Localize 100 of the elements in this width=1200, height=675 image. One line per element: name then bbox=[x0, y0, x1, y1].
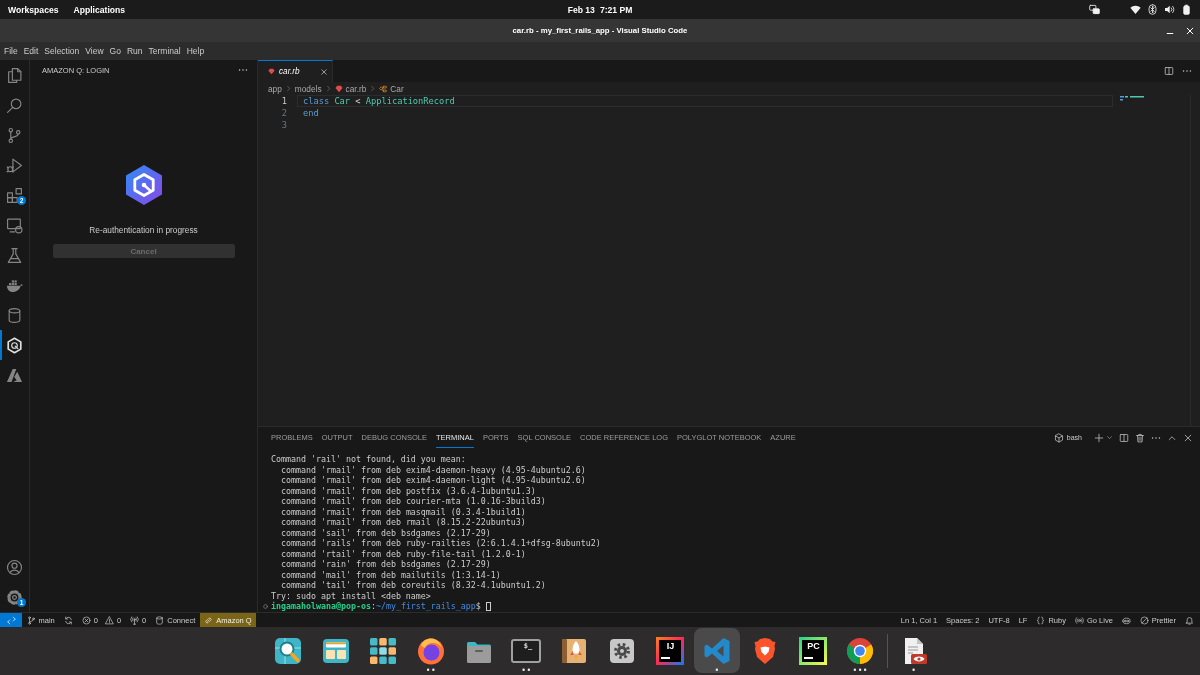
terminal-line: command 'tail' from deb coreutils (8.32-4.1ubuntu1.2) bbox=[281, 580, 546, 591]
window-tiles-icon bbox=[320, 636, 351, 666]
top-bar-button[interactable]: Applications bbox=[73, 4, 126, 15]
linked-boxes-icon bbox=[379, 84, 388, 93]
line-number: 1 bbox=[280, 95, 287, 107]
monitor-icon bbox=[6, 216, 23, 234]
menu-item[interactable]: Go bbox=[106, 44, 124, 58]
cube-icon bbox=[1053, 432, 1064, 443]
terminal-line: Command 'rail' not found, did you mean: bbox=[271, 454, 466, 465]
dock-launcher[interactable]: IJ bbox=[646, 628, 693, 673]
link-icon bbox=[204, 615, 214, 625]
menu-item[interactable]: View bbox=[82, 44, 107, 58]
chevron-right-icon bbox=[284, 85, 292, 92]
battery-icon[interactable] bbox=[1181, 4, 1192, 15]
branch-icon bbox=[6, 126, 23, 144]
menu-item[interactable]: Terminal bbox=[145, 44, 184, 58]
sync-icon bbox=[63, 615, 73, 625]
top-bar-button[interactable]: Workspaces bbox=[8, 4, 59, 15]
terminal-line: command 'mail' from deb mailutils (1:3.14-1) bbox=[281, 569, 501, 580]
dock-launcher[interactable]: ••• bbox=[837, 628, 884, 673]
files-icon bbox=[6, 66, 23, 84]
menu-item[interactable]: File bbox=[1, 44, 21, 58]
cylinder-icon bbox=[6, 306, 23, 324]
time-label[interactable]: 7:21 PM bbox=[599, 4, 633, 15]
menu-item[interactable]: Run bbox=[123, 44, 146, 58]
color-wheel-icon bbox=[845, 636, 876, 666]
terminal-line: command 'rtail' from deb ruby-file-tail (1.2.0-1) bbox=[281, 548, 526, 559]
close-icon[interactable] bbox=[1183, 432, 1193, 443]
terminal-line: command 'rmail' from deb exim4-daemon-light (4.95-4ubuntu2.6) bbox=[281, 475, 586, 486]
running-indicator: • bbox=[714, 668, 720, 673]
dock-launcher[interactable]: PC bbox=[789, 628, 836, 673]
dock-launcher[interactable]: • bbox=[890, 628, 937, 673]
menu-item[interactable]: Selection bbox=[41, 44, 83, 58]
terminal-prompt: ingamaholwana@pop-os:~/my_first_rails_app$ bbox=[271, 601, 481, 612]
running-indicator: •• bbox=[521, 668, 532, 673]
wifi-icon[interactable] bbox=[1130, 4, 1141, 15]
close-icon[interactable] bbox=[1185, 25, 1195, 36]
breadcrumb-item[interactable]: Car bbox=[379, 83, 404, 94]
cylinder-icon bbox=[155, 615, 165, 625]
antenna-icon bbox=[130, 615, 140, 625]
terminal-line: command 'rmail' from deb courier-mta (1.0.16-3build3) bbox=[281, 496, 546, 507]
flask-icon bbox=[6, 246, 23, 264]
branch-icon bbox=[26, 615, 36, 625]
blocks-icon bbox=[6, 186, 23, 204]
dock-launcher[interactable]: • bbox=[694, 628, 741, 673]
chevron-down-icon[interactable] bbox=[1106, 434, 1113, 441]
plus-icon[interactable] bbox=[1094, 432, 1104, 443]
broadcast-icon bbox=[1074, 615, 1084, 625]
warning-icon bbox=[104, 615, 114, 625]
hexagon-icon bbox=[6, 336, 23, 354]
volume-icon[interactable] bbox=[1164, 4, 1175, 15]
split-icon[interactable] bbox=[1119, 432, 1129, 443]
editor-tab[interactable]: car.rb bbox=[258, 60, 333, 82]
running-indicator: ••• bbox=[852, 668, 869, 673]
chevron-right-icon bbox=[324, 85, 332, 92]
date-label[interactable]: Feb 13 bbox=[567, 4, 595, 15]
line-number: 3 bbox=[280, 119, 287, 131]
terminal-line: command 'rmail' from deb masqmail (0.3.4-1build1) bbox=[281, 506, 526, 517]
play-bug-icon bbox=[6, 156, 23, 174]
fox-globe-icon bbox=[416, 636, 447, 666]
screens-icon[interactable] bbox=[1089, 4, 1100, 15]
code-line: end bbox=[302, 107, 320, 119]
status-message: Re-authentication in progress bbox=[89, 225, 198, 236]
menu-item[interactable]: Edit bbox=[20, 44, 42, 58]
magnifier-icon bbox=[273, 636, 303, 666]
angle-arrows-icon bbox=[6, 615, 16, 625]
chevron-right-icon bbox=[369, 85, 377, 92]
dock-launcher[interactable]: •• bbox=[408, 628, 455, 673]
bell-icon bbox=[1185, 615, 1194, 625]
terminal-line: command 'sail' from deb bsdgames (2.17-29) bbox=[281, 527, 491, 538]
ribbon-icon bbox=[702, 636, 733, 666]
terminal-line: command 'rmail' from deb postfix (3.6.4-1ubuntu1.3) bbox=[281, 485, 536, 496]
terminal-line: command 'rmail' from deb rmail (8.15.2-22ubuntu3) bbox=[281, 517, 526, 528]
running-indicator: •• bbox=[425, 668, 437, 673]
gem-icon bbox=[268, 68, 275, 75]
goggles-icon bbox=[1121, 615, 1131, 625]
letter-a-icon bbox=[6, 366, 23, 384]
breadcrumb-item[interactable]: car.rb bbox=[334, 83, 367, 94]
terminal-line: command 'rmail' from deb exim4-daemon-heavy (4.95-4ubuntu2.6) bbox=[281, 464, 586, 475]
error-icon bbox=[81, 615, 91, 625]
close-icon[interactable] bbox=[320, 67, 328, 76]
bluetooth-icon[interactable] bbox=[1147, 4, 1158, 15]
terminal-line: Try: sudo apt install <deb name> bbox=[271, 590, 431, 601]
account-icon bbox=[6, 558, 23, 576]
split-icon[interactable] bbox=[1164, 66, 1174, 76]
line-number: 2 bbox=[280, 107, 287, 119]
breadcrumb-item[interactable]: models bbox=[294, 83, 322, 94]
braces-icon bbox=[1036, 615, 1046, 625]
search-icon bbox=[6, 96, 23, 114]
running-indicator: • bbox=[911, 668, 917, 673]
minimap bbox=[1120, 96, 1144, 101]
circle-icon bbox=[263, 603, 268, 609]
breadcrumb-item[interactable]: app bbox=[268, 83, 282, 94]
trash-icon[interactable] bbox=[1135, 432, 1145, 443]
text-cursor bbox=[485, 601, 491, 611]
menu-item[interactable]: Help bbox=[183, 44, 208, 58]
gem-icon bbox=[334, 84, 343, 93]
terminal-line: command 'rain' from deb bsdgames (2.17-29) bbox=[281, 559, 491, 570]
settings-icon bbox=[6, 588, 23, 606]
slash-circle-icon bbox=[1139, 615, 1149, 625]
